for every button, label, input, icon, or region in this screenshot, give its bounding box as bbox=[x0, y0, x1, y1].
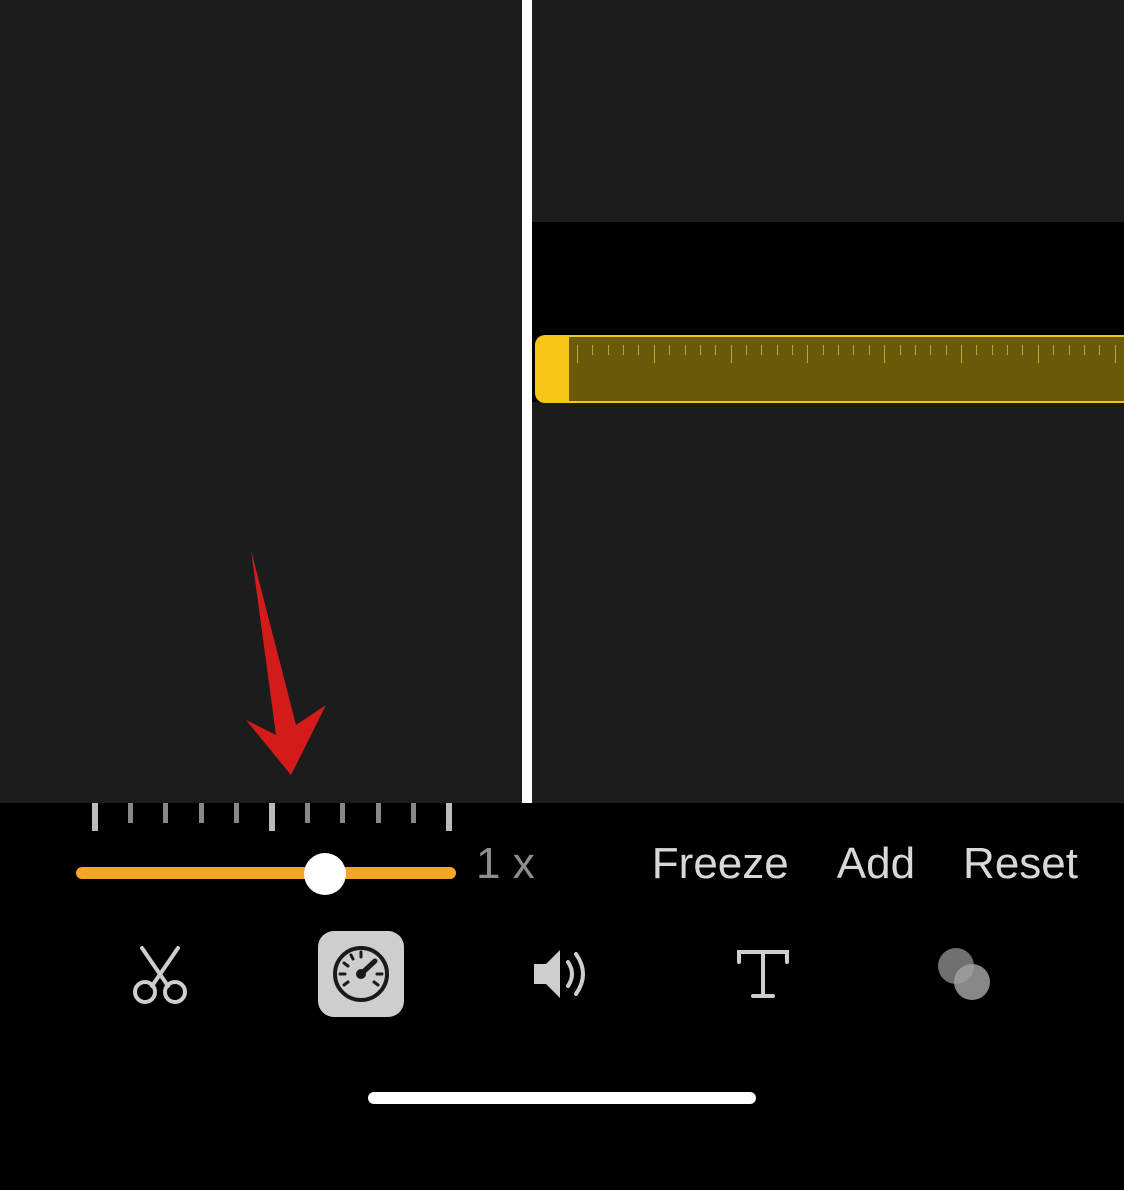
reset-button[interactable]: Reset bbox=[963, 839, 1078, 889]
preview-panel-left[interactable] bbox=[0, 0, 522, 803]
speed-slider[interactable] bbox=[76, 848, 456, 898]
tool-speed[interactable] bbox=[318, 931, 404, 1017]
speedometer-icon bbox=[330, 943, 392, 1005]
speed-slider-track bbox=[76, 867, 456, 879]
text-icon bbox=[735, 946, 791, 1002]
tool-cut[interactable] bbox=[117, 931, 203, 1017]
timeline-ruler-ticks bbox=[577, 345, 1116, 363]
tool-text[interactable] bbox=[720, 931, 806, 1017]
video-preview-area bbox=[0, 0, 1124, 803]
timeline-clip-inner bbox=[567, 337, 1124, 401]
tool-volume[interactable] bbox=[519, 931, 605, 1017]
speed-slider-thumb[interactable] bbox=[304, 853, 346, 895]
speed-value-label: 1 x bbox=[476, 839, 535, 889]
split-divider[interactable] bbox=[522, 0, 532, 803]
speed-ruler bbox=[92, 803, 452, 831]
home-indicator[interactable] bbox=[368, 1092, 756, 1104]
timeline-clip[interactable] bbox=[535, 335, 1124, 403]
scissors-icon bbox=[130, 944, 190, 1004]
action-button-row: Freeze Add Reset bbox=[652, 839, 1078, 889]
freeze-button[interactable]: Freeze bbox=[652, 839, 789, 889]
tool-filters[interactable] bbox=[921, 931, 1007, 1017]
preview-panel-right[interactable] bbox=[532, 0, 1124, 803]
filters-icon bbox=[932, 944, 996, 1004]
add-button[interactable]: Add bbox=[837, 839, 915, 889]
volume-icon bbox=[530, 944, 594, 1004]
controls-panel: 1 x Freeze Add Reset bbox=[0, 803, 1124, 1190]
edit-toolbar bbox=[0, 931, 1124, 1017]
